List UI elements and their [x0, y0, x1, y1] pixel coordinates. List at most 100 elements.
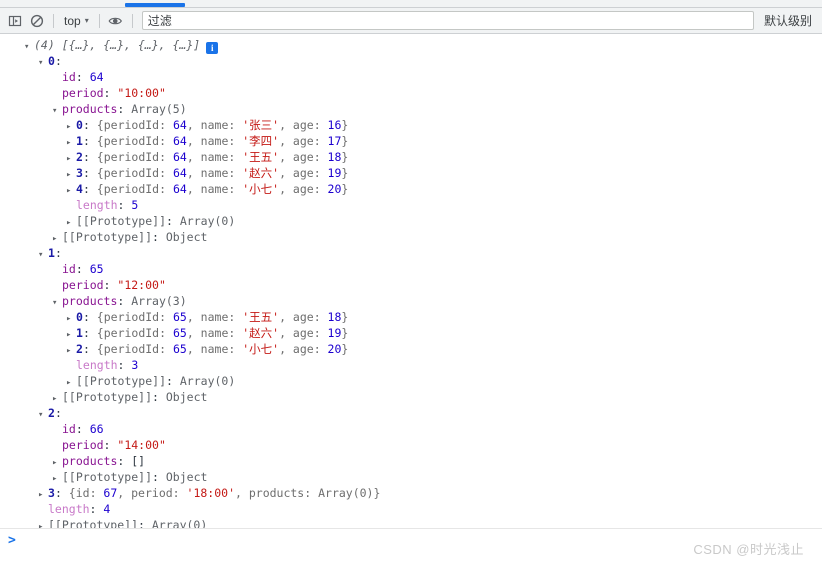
tree-row[interactable]: 3: {id: 67, period: '18:00', products: A… — [0, 485, 822, 501]
tree-row[interactable]: products: [] — [0, 453, 822, 469]
preview-key-name: , name: — [186, 118, 243, 132]
tree-row-key: id — [62, 70, 76, 84]
preview-close-brace: } — [373, 486, 381, 500]
preview-close-brace: } — [341, 118, 349, 132]
tree-row-separator: : — [75, 262, 90, 276]
log-level-selector[interactable]: 默认级别 — [754, 12, 818, 29]
tree-row-key: products — [62, 102, 118, 116]
preview-value-name: '王五' — [242, 310, 280, 324]
preview-value-periodId: 65 — [172, 342, 187, 356]
tree-row-key: products — [62, 294, 118, 308]
preview-key-periodId: {periodId: — [96, 182, 173, 196]
preview-value-products: Array(0) — [318, 486, 374, 500]
tree-row[interactable]: 4: {periodId: 64, name: '小七', age: 20} — [0, 181, 822, 197]
tree-row[interactable]: [[Prototype]]: Object — [0, 469, 822, 485]
tree-row[interactable]: products: Array(5) — [0, 101, 822, 117]
preview-key-age: , age: — [279, 326, 328, 340]
tree-row[interactable]: products: Array(3) — [0, 293, 822, 309]
tree-row[interactable]: 0: {periodId: 65, name: '王五', age: 18} — [0, 309, 822, 325]
tree-row-key: period — [62, 438, 104, 452]
console-output-area[interactable]: (4) [{…}, {…}, {…}, {…}]i 0:id: 64period… — [0, 34, 822, 528]
tree-row[interactable]: 1: — [0, 245, 822, 261]
tree-row-key: 2 — [48, 406, 55, 420]
tree-row[interactable]: id: 64 — [0, 69, 822, 85]
disclosure-triangle-icon[interactable] — [38, 407, 48, 423]
preview-close-brace: } — [341, 166, 349, 180]
execution-context-selector[interactable]: top ▾ — [59, 11, 94, 31]
preview-key-name: , name: — [186, 166, 243, 180]
tree-row-value: 4 — [103, 502, 111, 516]
tree-row[interactable]: length: 5 — [0, 197, 822, 213]
preview-close-brace: } — [341, 182, 349, 196]
tree-row-separator: : — [82, 118, 97, 132]
tree-row-key: 2 — [76, 150, 83, 164]
preview-value-name: '小七' — [242, 342, 280, 356]
tree-row[interactable]: 1: {periodId: 64, name: '李四', age: 17} — [0, 133, 822, 149]
tree-row-value: Object — [165, 470, 208, 484]
console-sidebar-toggle-button[interactable] — [4, 10, 26, 32]
disclosure-triangle-icon[interactable] — [38, 247, 48, 263]
preview-close-brace: } — [341, 326, 349, 340]
tree-row[interactable]: [[Prototype]]: Object — [0, 389, 822, 405]
tree-row[interactable]: period: "10:00" — [0, 85, 822, 101]
filter-input[interactable] — [141, 11, 754, 30]
tree-row[interactable]: [[Prototype]]: Array(0) — [0, 373, 822, 389]
preview-key-periodId: {periodId: — [96, 150, 173, 164]
tree-row-separator: : — [103, 438, 118, 452]
tree-row-value: 66 — [89, 422, 104, 436]
tree-row[interactable]: [[Prototype]]: Array(0) — [0, 213, 822, 229]
tree-row[interactable]: length: 3 — [0, 357, 822, 373]
tree-row-separator: : — [89, 502, 104, 516]
disclosure-triangle-icon[interactable] — [24, 39, 34, 55]
tree-row[interactable]: 3: {periodId: 64, name: '赵六', age: 19} — [0, 165, 822, 181]
disclosure-triangle-icon[interactable] — [38, 519, 48, 528]
preview-value-age: 16 — [327, 118, 342, 132]
tree-row-key: 3 — [76, 166, 83, 180]
tree-row-value: 65 — [89, 262, 104, 276]
tree-row[interactable]: 0: {periodId: 64, name: '张三', age: 16} — [0, 117, 822, 133]
tree-row-key: 1 — [76, 326, 83, 340]
disclosure-triangle-icon[interactable] — [52, 295, 62, 311]
tree-row[interactable]: period: "12:00" — [0, 277, 822, 293]
tree-row-separator: : — [152, 230, 166, 244]
tree-row-value: 3 — [131, 358, 139, 372]
tree-row[interactable]: 0: — [0, 53, 822, 69]
tree-row-key: [[Prototype]] — [48, 518, 139, 528]
tree-row-key: period — [62, 86, 104, 100]
tree-row-separator: : — [54, 54, 62, 68]
tree-row[interactable]: [[Prototype]]: Object — [0, 229, 822, 245]
preview-value-age: 20 — [327, 342, 342, 356]
tree-row[interactable]: [[Prototype]]: Array(0) — [0, 517, 822, 528]
clear-console-button[interactable] — [26, 10, 48, 32]
array-root-row[interactable]: (4) [{…}, {…}, {…}, {…}] i — [0, 37, 822, 55]
tree-row[interactable]: 2: {periodId: 65, name: '小七', age: 20} — [0, 341, 822, 357]
preview-value-name: '王五' — [242, 150, 280, 164]
tree-row[interactable]: id: 66 — [0, 421, 822, 437]
tree-row[interactable]: period: "14:00" — [0, 437, 822, 453]
tree-row-value: 5 — [131, 198, 139, 212]
tree-row-value: Array(0) — [151, 518, 208, 528]
preview-value-name: '张三' — [242, 118, 280, 132]
preview-key-age: , age: — [279, 166, 328, 180]
preview-value-name: '李四' — [242, 134, 280, 148]
preview-key-name: , name: — [186, 182, 243, 196]
preview-value-age: 20 — [327, 182, 342, 196]
tree-row-separator: : — [75, 422, 90, 436]
disclosure-triangle-icon[interactable] — [38, 55, 48, 71]
tree-row-separator: : — [117, 102, 132, 116]
tree-row[interactable]: 2: {periodId: 64, name: '王五', age: 18} — [0, 149, 822, 165]
tree-row[interactable]: length: 4 — [0, 501, 822, 517]
array-length-badge: (4) — [34, 38, 55, 52]
preview-value-period: '18:00' — [186, 486, 235, 500]
tree-row[interactable]: 2: — [0, 405, 822, 421]
live-expression-button[interactable] — [105, 10, 127, 32]
tree-row-key: [[Prototype]] — [62, 390, 153, 404]
tree-row[interactable]: id: 65 — [0, 261, 822, 277]
preview-key-periodId: {periodId: — [96, 134, 173, 148]
disclosure-triangle-icon[interactable] — [52, 103, 62, 119]
tree-row-key: products — [62, 454, 118, 468]
preview-close-brace: } — [341, 150, 349, 164]
tree-row[interactable]: 1: {periodId: 65, name: '赵六', age: 19} — [0, 325, 822, 341]
info-icon[interactable]: i — [206, 42, 219, 54]
tree-row-separator: : — [82, 310, 97, 324]
